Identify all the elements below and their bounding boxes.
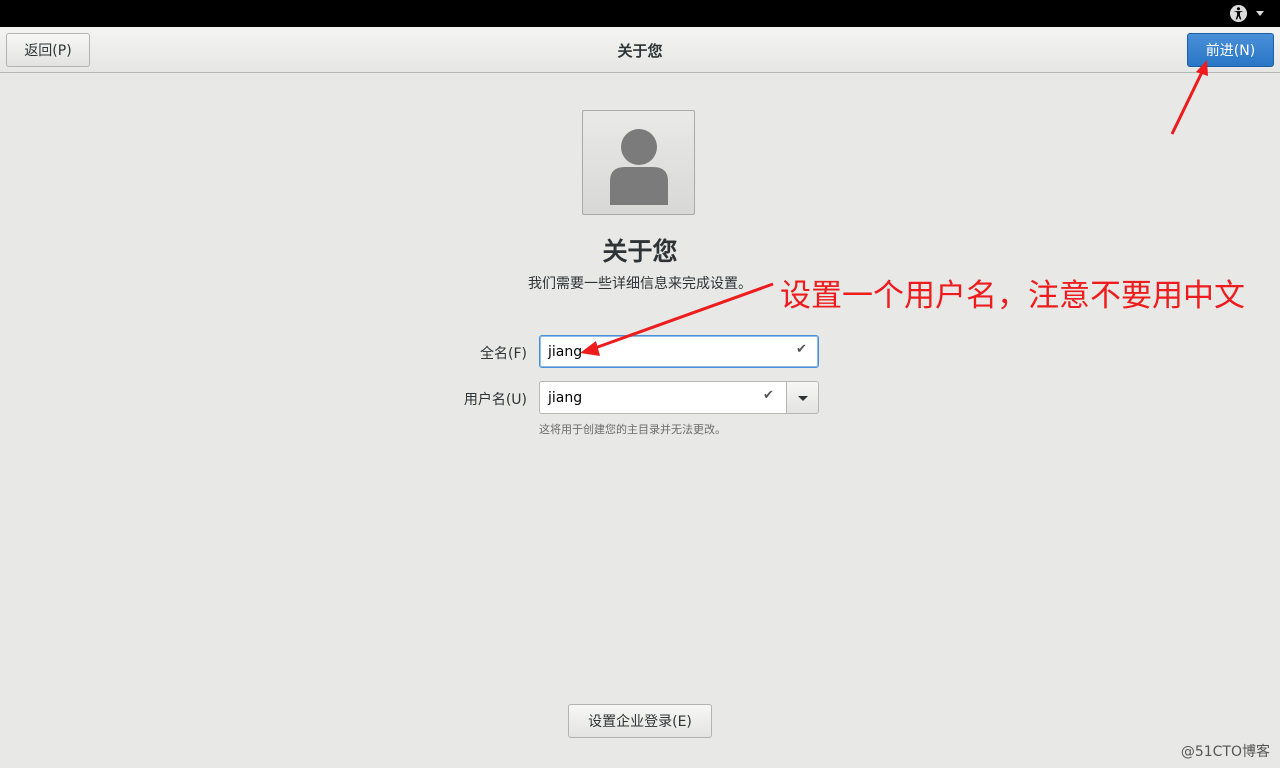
next-button[interactable]: 前进(N) bbox=[1187, 33, 1274, 67]
chevron-down-icon[interactable] bbox=[1256, 11, 1264, 16]
chevron-down-icon bbox=[798, 396, 808, 401]
user-avatar[interactable] bbox=[582, 110, 695, 215]
watermark: @51CTO博客 bbox=[1180, 744, 1270, 760]
enterprise-login-button[interactable]: 设置企业登录(E) bbox=[568, 704, 712, 738]
accessibility-icon[interactable] bbox=[1229, 4, 1248, 23]
username-label: 用户名(U) bbox=[463, 392, 527, 408]
username-input[interactable]: jiang bbox=[539, 381, 787, 414]
username-hint: 这将用于创建您的主目录并无法更改。 bbox=[539, 423, 726, 436]
username-dropdown-button[interactable] bbox=[786, 381, 819, 414]
user-avatar-icon bbox=[610, 129, 668, 205]
header-bar: 返回(P) 关于您 前进(N) bbox=[0, 27, 1280, 73]
full-name-input[interactable]: jiang bbox=[539, 335, 819, 368]
page-heading: 关于您 bbox=[602, 237, 678, 266]
annotation-text: 设置一个用户名，注意不要用中文 bbox=[780, 278, 1245, 314]
full-name-label: 全名(F) bbox=[480, 346, 527, 362]
top-bar bbox=[0, 0, 1280, 27]
check-icon: ✔ bbox=[763, 388, 774, 403]
header-title: 关于您 bbox=[617, 42, 663, 60]
check-icon: ✔ bbox=[796, 342, 807, 357]
